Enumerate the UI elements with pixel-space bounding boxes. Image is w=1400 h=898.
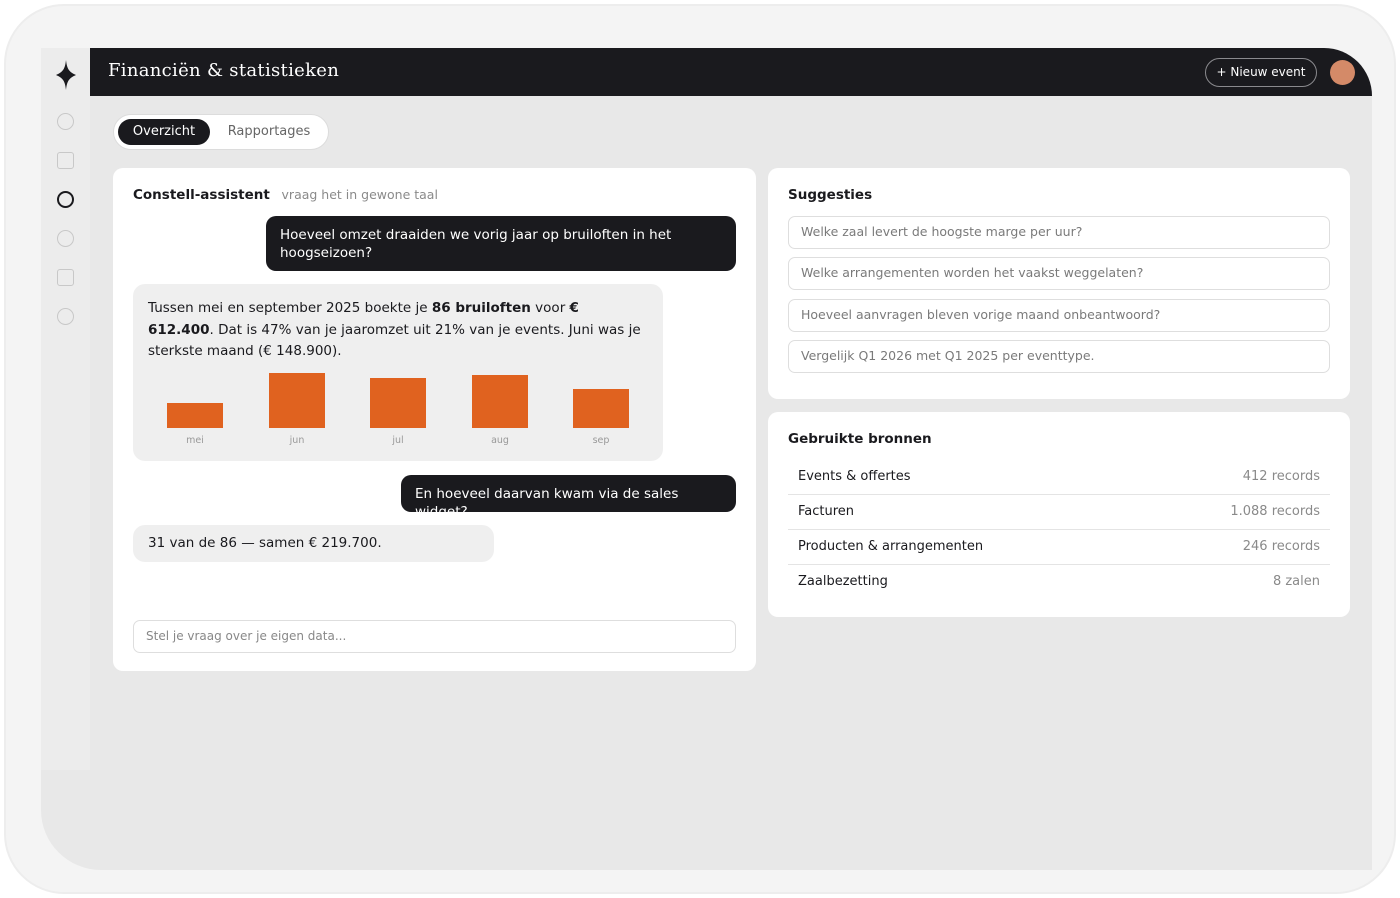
suggestion-chip[interactable]: Vergelijk Q1 2026 met Q1 2025 per eventt… — [788, 340, 1330, 373]
user-message: Hoeveel omzet draaiden we vorig jaar op … — [266, 216, 736, 271]
chart-label-mei: mei — [186, 435, 204, 446]
logo-icon — [56, 60, 76, 90]
source-count: 1.088 records — [1230, 504, 1320, 519]
nav-circle-icon[interactable] — [57, 113, 74, 130]
user-message: En hoeveel daarvan kwam via de sales wid… — [401, 475, 736, 520]
assistant-title: Constell-assistent — [133, 187, 270, 203]
nav-square-icon[interactable] — [57, 269, 74, 286]
answer-highlight: 86 bruiloften — [431, 300, 531, 316]
chart-bar-mei — [167, 403, 223, 428]
new-event-button[interactable]: + Nieuw event — [1205, 58, 1317, 87]
source-row: Facturen 1.088 records — [788, 495, 1330, 530]
sources-card: Gebruikte bronnen Events & offertes 412 … — [768, 412, 1350, 617]
source-row: Events & offertes 412 records — [788, 460, 1330, 495]
top-bar: Financiën & statistieken + Nieuw event — [90, 48, 1372, 96]
nav-circle-icon[interactable] — [57, 308, 74, 325]
app-screen: Financiën & statistieken + Nieuw event O… — [41, 48, 1372, 870]
chart-label-aug: aug — [491, 435, 509, 446]
chart-label-jun: jun — [289, 435, 305, 446]
tab-bar: Overzicht Rapportages — [113, 114, 329, 150]
suggestions-title: Suggesties — [788, 187, 873, 203]
nav-active-circle-icon[interactable] — [57, 191, 74, 208]
source-name: Zaalbezetting — [798, 574, 888, 589]
page-title: Financiën & statistieken — [108, 60, 340, 81]
sources-title: Gebruikte bronnen — [788, 431, 932, 447]
suggestion-chip[interactable]: Welke arrangementen worden het vaakst we… — [788, 257, 1330, 290]
assistant-card: Constell-assistent vraag het in gewone t… — [113, 168, 756, 671]
tab-rapportages[interactable]: Rapportages — [218, 119, 320, 145]
avatar[interactable] — [1330, 60, 1355, 85]
source-count: 412 records — [1242, 469, 1320, 484]
source-name: Events & offertes — [798, 469, 911, 484]
device-frame: Financiën & statistieken + Nieuw event O… — [4, 4, 1396, 894]
source-row: Zaalbezetting 8 zalen — [788, 565, 1330, 600]
chat-input[interactable]: Stel je vraag over je eigen data... — [133, 620, 736, 653]
source-row: Producten & arrangementen 246 records — [788, 530, 1330, 565]
chart-label-jul: jul — [392, 435, 404, 446]
answer-text: voor — [530, 300, 570, 316]
chart-label-sep: sep — [592, 435, 610, 446]
chart-bar-aug — [472, 375, 528, 428]
answer-text: . Dat is 47% van je jaaromzet uit 21% va… — [148, 321, 641, 360]
assistant-subtitle: vraag het in gewone taal — [281, 187, 438, 202]
nav-circle-icon[interactable] — [57, 230, 74, 247]
suggestion-chip[interactable]: Welke zaal levert de hoogste marge per u… — [788, 216, 1330, 249]
source-count: 246 records — [1242, 539, 1320, 554]
source-name: Facturen — [798, 504, 855, 519]
suggestions-card: Suggesties Welke zaal levert de hoogste … — [768, 168, 1350, 399]
answer-text: Tussen mei en september 2025 boekte je — [148, 300, 432, 316]
tab-overzicht[interactable]: Overzicht — [118, 119, 210, 145]
chart-bar-jun — [269, 373, 325, 428]
chart-bar-sep — [573, 389, 629, 428]
source-name: Producten & arrangementen — [798, 539, 984, 554]
chart-bar-jul — [370, 378, 426, 428]
suggestion-chip[interactable]: Hoeveel aanvragen bleven vorige maand on… — [788, 299, 1330, 332]
assistant-message: 31 van de 86 — samen € 219.700. — [133, 525, 494, 562]
source-count: 8 zalen — [1272, 574, 1320, 589]
side-rail — [41, 48, 90, 770]
nav-square-icon[interactable] — [57, 152, 74, 169]
